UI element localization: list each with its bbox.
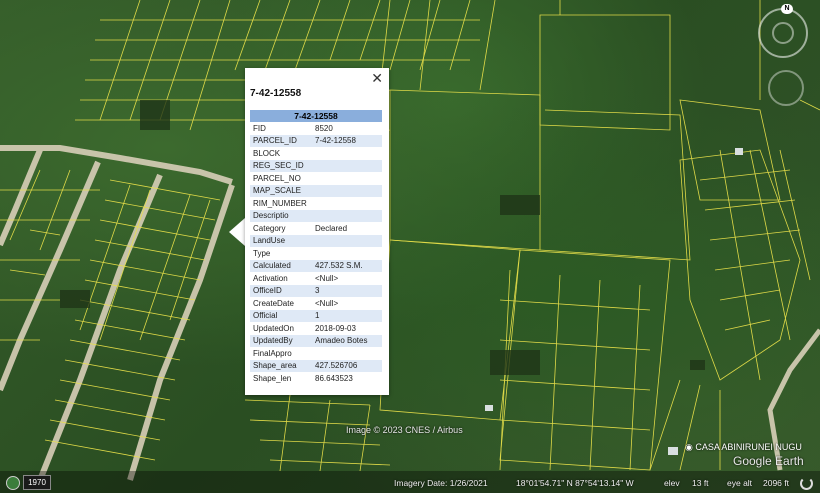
historical-year-badge[interactable]: 1970 bbox=[23, 475, 51, 490]
table-header: 7-42-12558 bbox=[250, 110, 382, 122]
attribute-value bbox=[312, 234, 382, 247]
attribute-row: Descriptio bbox=[250, 209, 382, 222]
attribute-value: <Null> bbox=[312, 272, 382, 285]
loading-icon bbox=[800, 477, 813, 490]
attribute-value: 7-42-12558 bbox=[312, 134, 382, 147]
attribute-key: PARCEL_ID bbox=[250, 134, 312, 147]
attribute-key: Activation bbox=[250, 272, 312, 285]
attribute-key: BLOCK bbox=[250, 147, 312, 160]
attribute-key: RIM_NUMBER bbox=[250, 197, 312, 210]
attribute-key: LandUse bbox=[250, 234, 312, 247]
elevation-value: 13 ft bbox=[692, 478, 709, 488]
map-overlay bbox=[0, 0, 820, 482]
attribute-key: Calculated bbox=[250, 259, 312, 272]
parcel-info-popup: ✕ 7-42-12558 7-42-12558 FID 8520 PARCEL_ID… bbox=[245, 68, 389, 395]
attribute-key: REG_SEC_ID bbox=[250, 159, 312, 172]
satellite-map[interactable] bbox=[0, 0, 820, 493]
attribute-key: Shape_area bbox=[250, 359, 312, 372]
attribute-value: 427.532 S.M. bbox=[312, 259, 382, 272]
attribute-key: UpdatedBy bbox=[250, 334, 312, 347]
attribute-value bbox=[312, 347, 382, 360]
attribute-value bbox=[312, 147, 382, 160]
attribute-key: UpdatedOn bbox=[250, 322, 312, 335]
attribute-row: Official 1 bbox=[250, 309, 382, 322]
attribute-row: Category Declared bbox=[250, 222, 382, 235]
attribute-value: 1 bbox=[312, 309, 382, 322]
attribute-key: Category bbox=[250, 222, 312, 235]
attribute-table: 7-42-12558 FID 8520 PARCEL_ID 7-42-12558 BLO… bbox=[250, 110, 382, 385]
popup-pointer bbox=[229, 218, 245, 246]
attribute-row: FinalAppro bbox=[250, 347, 382, 360]
imagery-copyright: Image © 2023 CNES / Airbus bbox=[346, 425, 463, 435]
attribute-row: LandUse bbox=[250, 234, 382, 247]
attribute-key: PARCEL_NO bbox=[250, 172, 312, 185]
attribute-row: UpdatedBy Amadeo Botes bbox=[250, 334, 382, 347]
attribute-value: 2018-09-03 bbox=[312, 322, 382, 335]
attribute-key: FinalAppro bbox=[250, 347, 312, 360]
attribute-row: RIM_NUMBER bbox=[250, 197, 382, 210]
attribute-row: Shape_len 86.643523 bbox=[250, 372, 382, 385]
attribute-row: FID 8520 bbox=[250, 122, 382, 135]
navigation-controls[interactable]: N bbox=[758, 4, 808, 114]
coordinates: 18°01'54.71" N 87°54'13.14" W bbox=[516, 478, 634, 488]
attribute-value bbox=[312, 247, 382, 260]
compass-north-label[interactable]: N bbox=[781, 4, 793, 14]
google-earth-logo: Google Earth bbox=[733, 454, 804, 468]
attribute-value bbox=[312, 172, 382, 185]
attribute-row: REG_SEC_ID bbox=[250, 159, 382, 172]
attribute-value bbox=[312, 209, 382, 222]
attribute-key: CreateDate bbox=[250, 297, 312, 310]
attribute-value: 3 bbox=[312, 284, 382, 297]
attribute-key: MAP_SCALE bbox=[250, 184, 312, 197]
look-joystick[interactable] bbox=[768, 70, 804, 106]
eye-alt-value: 2096 ft bbox=[763, 478, 789, 488]
attribute-value: <Null> bbox=[312, 297, 382, 310]
attribute-value: Declared bbox=[312, 222, 382, 235]
place-pin-icon: ◉ bbox=[685, 442, 693, 452]
close-icon[interactable]: ✕ bbox=[371, 71, 383, 85]
attribute-row: Activation <Null> bbox=[250, 272, 382, 285]
attribute-row: PARCEL_ID 7-42-12558 bbox=[250, 134, 382, 147]
place-label[interactable]: ◉ CASA ABINIRUNEI NUGU bbox=[685, 442, 802, 453]
attribute-key: Type bbox=[250, 247, 312, 260]
attribute-value: 86.643523 bbox=[312, 372, 382, 385]
attribute-key: Descriptio bbox=[250, 209, 312, 222]
attribute-value bbox=[312, 159, 382, 172]
attribute-key: OfficeID bbox=[250, 284, 312, 297]
attribute-row: CreateDate <Null> bbox=[250, 297, 382, 310]
parcel-lines bbox=[0, 0, 820, 472]
elevation-label: elev bbox=[664, 478, 680, 488]
attribute-row: Shape_area 427.526706 bbox=[250, 359, 382, 372]
attribute-row: OfficeID 3 bbox=[250, 284, 382, 297]
attribute-value bbox=[312, 197, 382, 210]
eye-alt-label: eye alt bbox=[727, 478, 753, 488]
place-label-text: CASA ABINIRUNEI NUGU bbox=[695, 442, 802, 452]
compass-center[interactable] bbox=[772, 22, 794, 44]
popup-title: 7-42-12558 bbox=[250, 88, 302, 99]
attribute-value: Amadeo Botes bbox=[312, 334, 382, 347]
attribute-row: Calculated 427.532 S.M. bbox=[250, 259, 382, 272]
attribute-row: Type bbox=[250, 247, 382, 260]
attribute-key: Shape_len bbox=[250, 372, 312, 385]
imagery-date: Imagery Date: 1/26/2021 bbox=[394, 478, 488, 488]
attribute-value: 8520 bbox=[312, 122, 382, 135]
attribute-value bbox=[312, 184, 382, 197]
attribute-row: BLOCK bbox=[250, 147, 382, 160]
attribute-key: FID bbox=[250, 122, 312, 135]
attribute-row: MAP_SCALE bbox=[250, 184, 382, 197]
attribute-key: Official bbox=[250, 309, 312, 322]
attribute-row: PARCEL_NO bbox=[250, 172, 382, 185]
historical-imagery-icon[interactable] bbox=[6, 476, 20, 490]
attribute-value: 427.526706 bbox=[312, 359, 382, 372]
attribute-row: UpdatedOn 2018-09-03 bbox=[250, 322, 382, 335]
